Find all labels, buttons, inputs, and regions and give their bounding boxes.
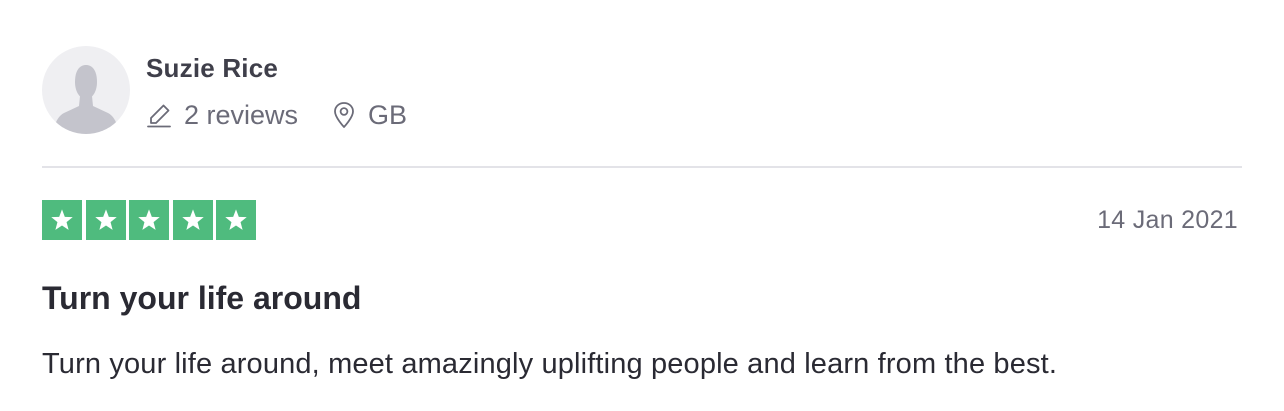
reviews-count: 2 reviews [146,99,298,131]
consumer-details: Suzie Rice 2 reviews GB [146,46,407,131]
divider [42,166,1242,168]
star-box [172,200,213,240]
review-title[interactable]: Turn your life around [42,278,361,318]
pencil-icon [147,104,171,128]
star-box [42,200,82,240]
review-text: Turn your life around, meet amazingly up… [42,348,1058,380]
consumer-name[interactable]: Suzie Rice [146,53,407,83]
star-box [216,200,256,240]
reviews-count-label: 2 reviews [184,100,299,130]
star-box [129,200,169,240]
star-icon [138,209,160,230]
review-card: Suzie Rice 2 reviews GB 14 Jan 2021 Turn… [0,0,1284,411]
star-icon [94,209,117,230]
consumer-location: GB [332,99,407,131]
map-pin-icon [334,102,354,128]
avatar[interactable] [42,46,130,134]
user-silhouette-icon [53,65,119,134]
country-code: GB [368,100,408,130]
review-date: 14 Jan 2021 [1097,206,1238,234]
star-icon [225,209,247,230]
star-box [85,200,126,240]
consumer-info[interactable]: Suzie Rice 2 reviews GB [42,46,407,134]
consumer-meta: 2 reviews GB [146,99,407,131]
star-icon [181,209,204,230]
star-rating [42,200,256,240]
star-icon [51,209,73,230]
